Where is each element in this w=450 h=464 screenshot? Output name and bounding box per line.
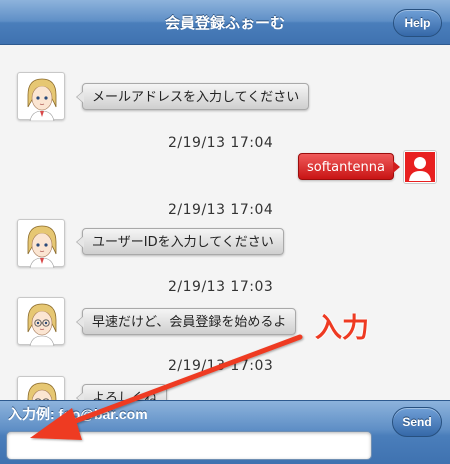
input-example-label: 入力例: foo@bar.com: [8, 406, 148, 422]
user-avatar: [403, 150, 437, 184]
character-avatar-icon: [27, 225, 57, 268]
annotation-label: 入力: [315, 313, 369, 344]
message-timestamp: 2/19/13 17:03: [168, 279, 274, 295]
bot-avatar: [17, 219, 65, 268]
message-timestamp: 2/19/13 17:04: [168, 135, 274, 151]
character-avatar-glasses-icon: [27, 382, 57, 400]
bot-avatar: [17, 72, 65, 121]
message-input[interactable]: [6, 431, 372, 460]
character-avatar-glasses-icon: [27, 303, 57, 346]
bot-message: ユーザーIDを入力してください: [76, 228, 284, 255]
bot-message: メールアドレスを入力してください: [75, 83, 310, 110]
input-bar: 入力例: foo@bar.com Send: [0, 400, 450, 464]
bot-avatar: [17, 376, 65, 400]
bot-message: 早速だけど、会員登録を始めるよ: [75, 308, 297, 335]
user-silhouette-icon: [405, 152, 435, 182]
message-timestamp: 2/19/13 17:04: [168, 202, 274, 218]
user-message: softantenna: [298, 153, 400, 180]
bot-message: よろしくね: [75, 384, 168, 400]
character-avatar-icon: [27, 78, 57, 121]
send-button[interactable]: Send: [392, 407, 442, 437]
help-button[interactable]: Help: [393, 9, 442, 37]
chat-log[interactable]: メールアドレスを入力してください 2/19/13 17:04 softanten…: [0, 46, 450, 400]
bot-avatar: [17, 297, 65, 346]
header-bar: 会員登録ふぉーむ Help: [0, 0, 450, 45]
page-title: 会員登録ふぉーむ: [164, 14, 285, 32]
message-timestamp: 2/19/13 17:03: [168, 358, 274, 374]
